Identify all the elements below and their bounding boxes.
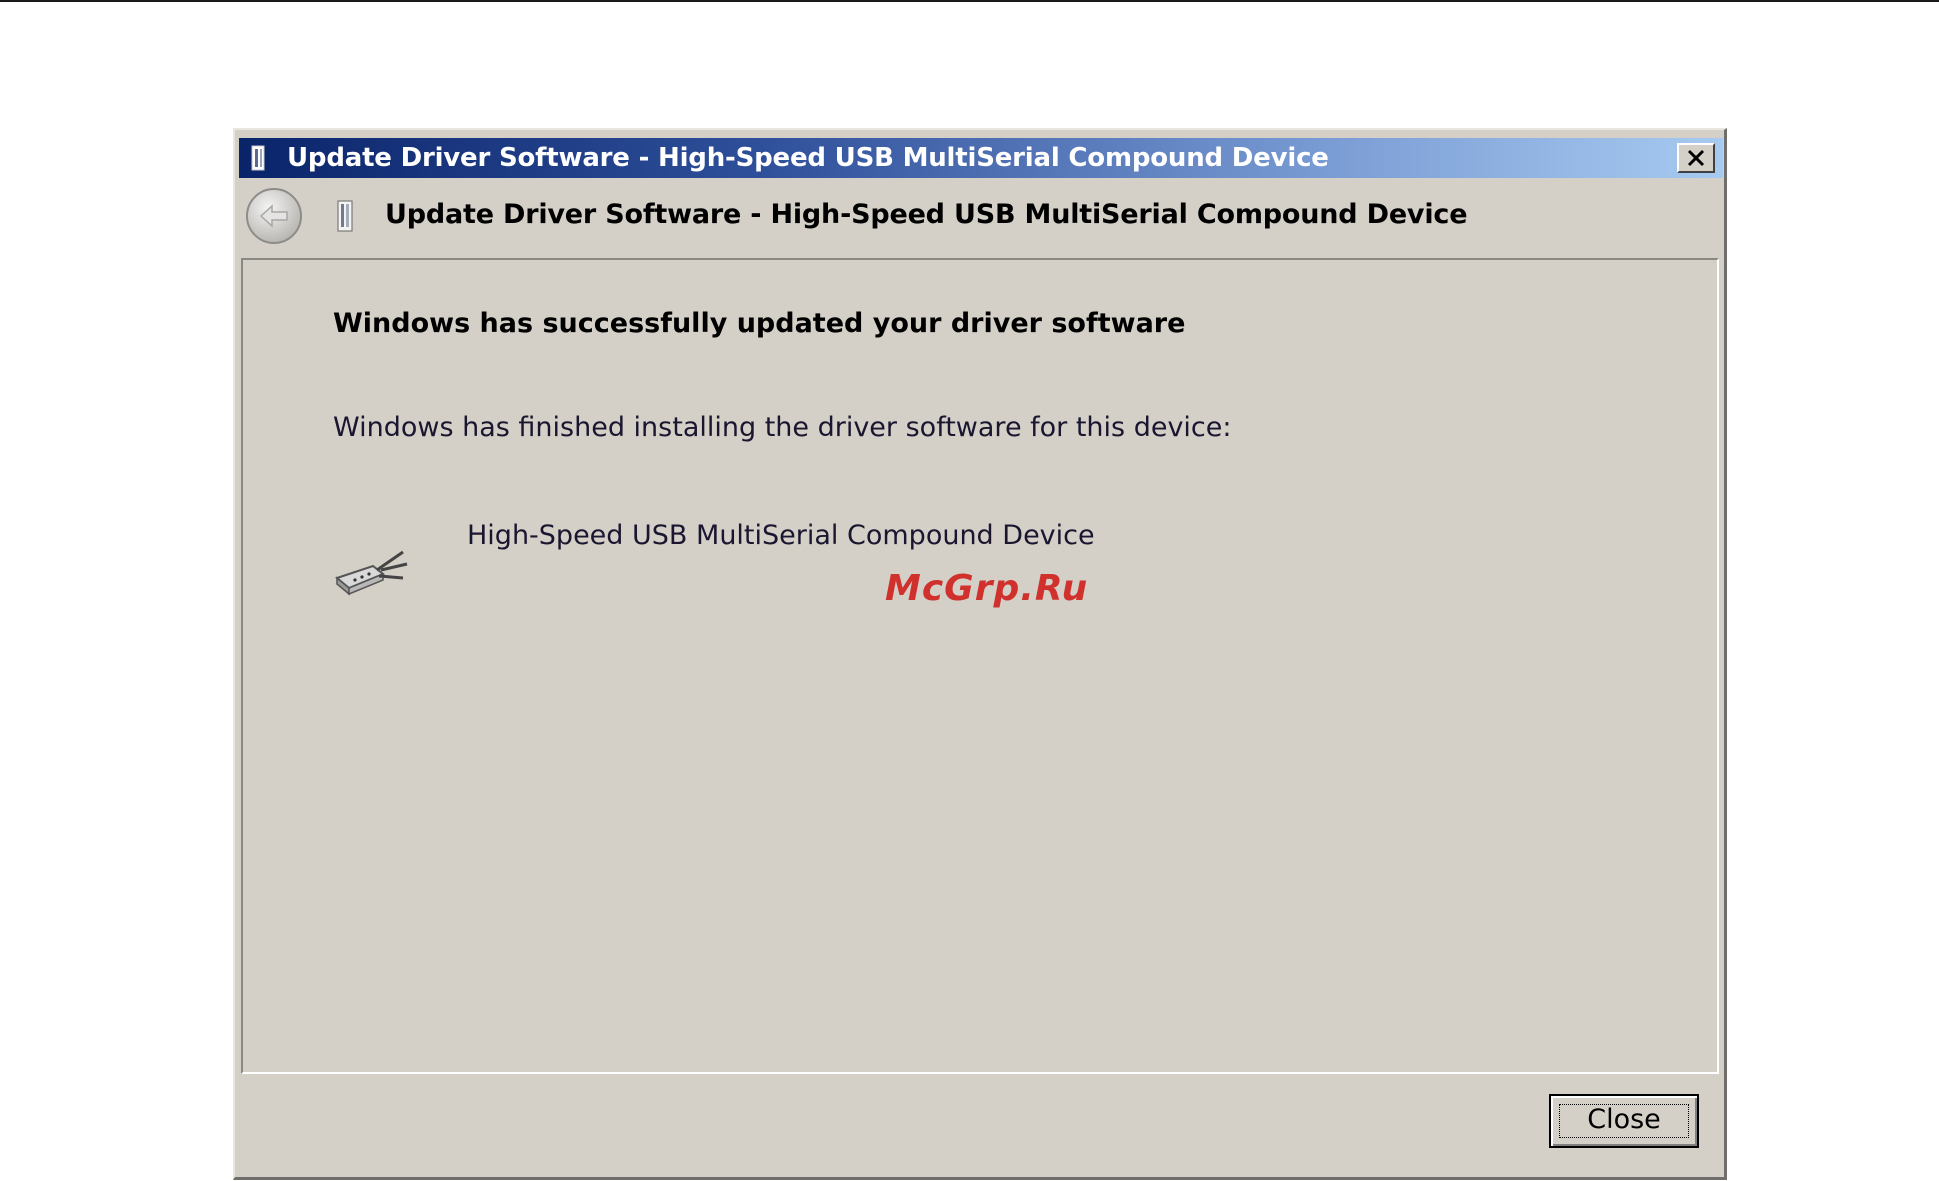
close-button-label: Close (1587, 1104, 1661, 1135)
wizard-content-panel: Windows has successfully updated your dr… (241, 258, 1719, 1074)
usb-device-icon (251, 145, 265, 171)
window-titlebar[interactable]: Update Driver Software - High-Speed USB … (239, 138, 1723, 178)
usb-device-icon (337, 200, 353, 232)
device-name-label: High-Speed USB MultiSerial Compound Devi… (467, 520, 1095, 551)
page-top-rule (0, 0, 1939, 2)
update-driver-dialog: Update Driver Software - High-Speed USB … (233, 128, 1727, 1180)
finished-message: Windows has finished installing the driv… (333, 412, 1232, 443)
window-title: Update Driver Software - High-Speed USB … (287, 143, 1329, 173)
back-button[interactable] (245, 187, 303, 245)
wizard-header: Update Driver Software - High-Speed USB … (239, 182, 1723, 248)
watermark-text: McGrp.Ru (885, 568, 1089, 609)
close-icon (1687, 149, 1705, 167)
wizard-header-title: Update Driver Software - High-Speed USB … (385, 199, 1468, 230)
success-heading: Windows has successfully updated your dr… (333, 308, 1186, 339)
close-button[interactable]: Close (1549, 1094, 1699, 1148)
window-close-button[interactable] (1677, 143, 1715, 173)
serial-port-icon (334, 550, 408, 596)
